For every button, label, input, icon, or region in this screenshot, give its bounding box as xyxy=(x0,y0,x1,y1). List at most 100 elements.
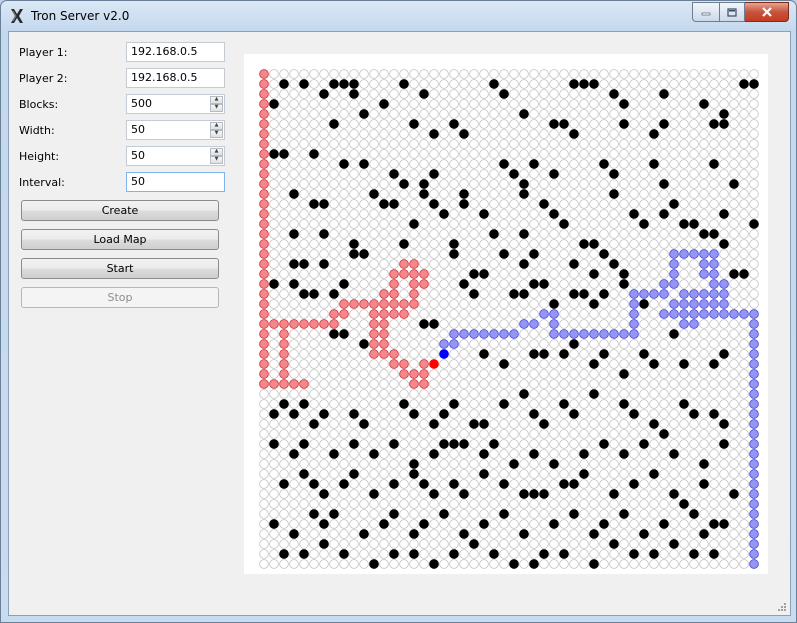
grid-cell xyxy=(589,99,599,109)
grid-cell xyxy=(709,469,719,479)
grid-cell xyxy=(689,229,699,239)
grid-cell xyxy=(669,499,679,509)
grid-cell xyxy=(439,449,449,459)
grid-cell xyxy=(729,279,739,289)
grid-cell xyxy=(439,79,449,89)
grid-cell xyxy=(369,109,379,119)
grid-cell xyxy=(639,199,649,209)
grid-cell xyxy=(639,109,649,119)
spin-down-icon[interactable]: ▼ xyxy=(210,104,223,112)
grid-cell xyxy=(719,509,729,519)
grid-cell xyxy=(569,359,579,369)
grid-cell xyxy=(289,429,299,439)
wall-block xyxy=(629,549,639,559)
title-bar[interactable]: Tron Server v2.0 xyxy=(1,1,796,31)
wall-block xyxy=(439,509,449,519)
grid-cell xyxy=(599,189,609,199)
load-map-button[interactable]: Load Map xyxy=(21,229,219,250)
wall-block xyxy=(579,289,589,299)
maximize-button[interactable] xyxy=(720,2,745,22)
grid-cell xyxy=(389,99,399,109)
grid-cell xyxy=(339,519,349,529)
spin-up-icon[interactable]: ▲ xyxy=(210,96,223,104)
wall-block xyxy=(359,339,369,349)
grid-cell xyxy=(309,169,319,179)
grid-cell xyxy=(269,69,279,79)
grid-cell xyxy=(339,189,349,199)
interval-input[interactable]: 50 xyxy=(126,172,225,192)
wall-block xyxy=(609,489,619,499)
grid-cell xyxy=(429,269,439,279)
grid-cell xyxy=(589,199,599,209)
stop-button[interactable]: Stop xyxy=(21,287,219,308)
grid-cell xyxy=(579,189,589,199)
grid-cell xyxy=(349,189,359,199)
grid-cell xyxy=(709,389,719,399)
wall-block xyxy=(339,329,349,339)
grid-cell xyxy=(679,269,689,279)
grid-cell xyxy=(619,359,629,369)
width-spin-buttons[interactable]: ▲ ▼ xyxy=(210,122,223,138)
height-spin-buttons[interactable]: ▲ ▼ xyxy=(210,148,223,164)
grid-cell xyxy=(599,379,609,389)
spin-down-icon[interactable]: ▼ xyxy=(210,130,223,138)
grid-cell xyxy=(739,259,749,269)
grid-cell xyxy=(349,479,359,489)
grid-cell xyxy=(549,129,559,139)
start-button[interactable]: Start xyxy=(21,258,219,279)
grid-cell xyxy=(469,279,479,289)
grid-cell xyxy=(729,329,739,339)
grid-cell xyxy=(559,259,569,269)
grid-cell xyxy=(729,379,739,389)
grid-cell xyxy=(649,479,659,489)
grid-cell xyxy=(299,269,309,279)
grid-cell xyxy=(539,539,549,549)
height-spinbox[interactable]: 50 ▲ ▼ xyxy=(126,146,225,166)
grid-cell xyxy=(519,119,529,129)
blocks-spinbox[interactable]: 500 ▲ ▼ xyxy=(126,94,225,114)
grid-cell xyxy=(559,359,569,369)
grid-cell xyxy=(429,149,439,159)
grid-cell xyxy=(589,149,599,159)
grid-cell xyxy=(469,479,479,489)
grid-cell xyxy=(309,409,319,419)
grid-cell xyxy=(509,479,519,489)
grid-cell xyxy=(339,529,349,539)
player2-trail-cell xyxy=(749,379,759,389)
grid-cell xyxy=(469,219,479,229)
spin-down-icon[interactable]: ▼ xyxy=(210,156,223,164)
width-spinbox[interactable]: 50 ▲ ▼ xyxy=(126,120,225,140)
player2-trail-cell xyxy=(629,319,639,329)
create-button[interactable]: Create xyxy=(21,200,219,221)
grid-cell xyxy=(599,559,609,569)
grid-cell xyxy=(419,109,429,119)
close-button[interactable] xyxy=(745,2,789,22)
grid-cell xyxy=(399,229,409,239)
grid-cell xyxy=(329,469,339,479)
grid-cell xyxy=(679,449,689,459)
grid-cell xyxy=(439,229,449,239)
grid-cell xyxy=(429,299,439,309)
grid-cell xyxy=(309,379,319,389)
spin-up-icon[interactable]: ▲ xyxy=(210,122,223,130)
grid-cell xyxy=(409,479,419,489)
player2-input[interactable]: 192.168.0.5 xyxy=(126,68,225,88)
player1-input[interactable]: 192.168.0.5 xyxy=(126,42,225,62)
grid-cell xyxy=(679,129,689,139)
grid-cell xyxy=(749,239,759,249)
grid-cell xyxy=(329,259,339,269)
grid-cell xyxy=(409,319,419,329)
resize-grip-icon[interactable] xyxy=(777,602,787,612)
minimize-button[interactable] xyxy=(692,2,720,22)
player1-trail-cell xyxy=(389,289,399,299)
grid-cell xyxy=(389,559,399,569)
grid-cell xyxy=(349,159,359,169)
grid-cell xyxy=(319,289,329,299)
wall-block xyxy=(459,129,469,139)
spin-up-icon[interactable]: ▲ xyxy=(210,148,223,156)
grid-cell xyxy=(629,539,639,549)
grid-cell xyxy=(299,89,309,99)
blocks-spin-buttons[interactable]: ▲ ▼ xyxy=(210,96,223,112)
grid-cell xyxy=(389,239,399,249)
grid-cell xyxy=(699,279,709,289)
